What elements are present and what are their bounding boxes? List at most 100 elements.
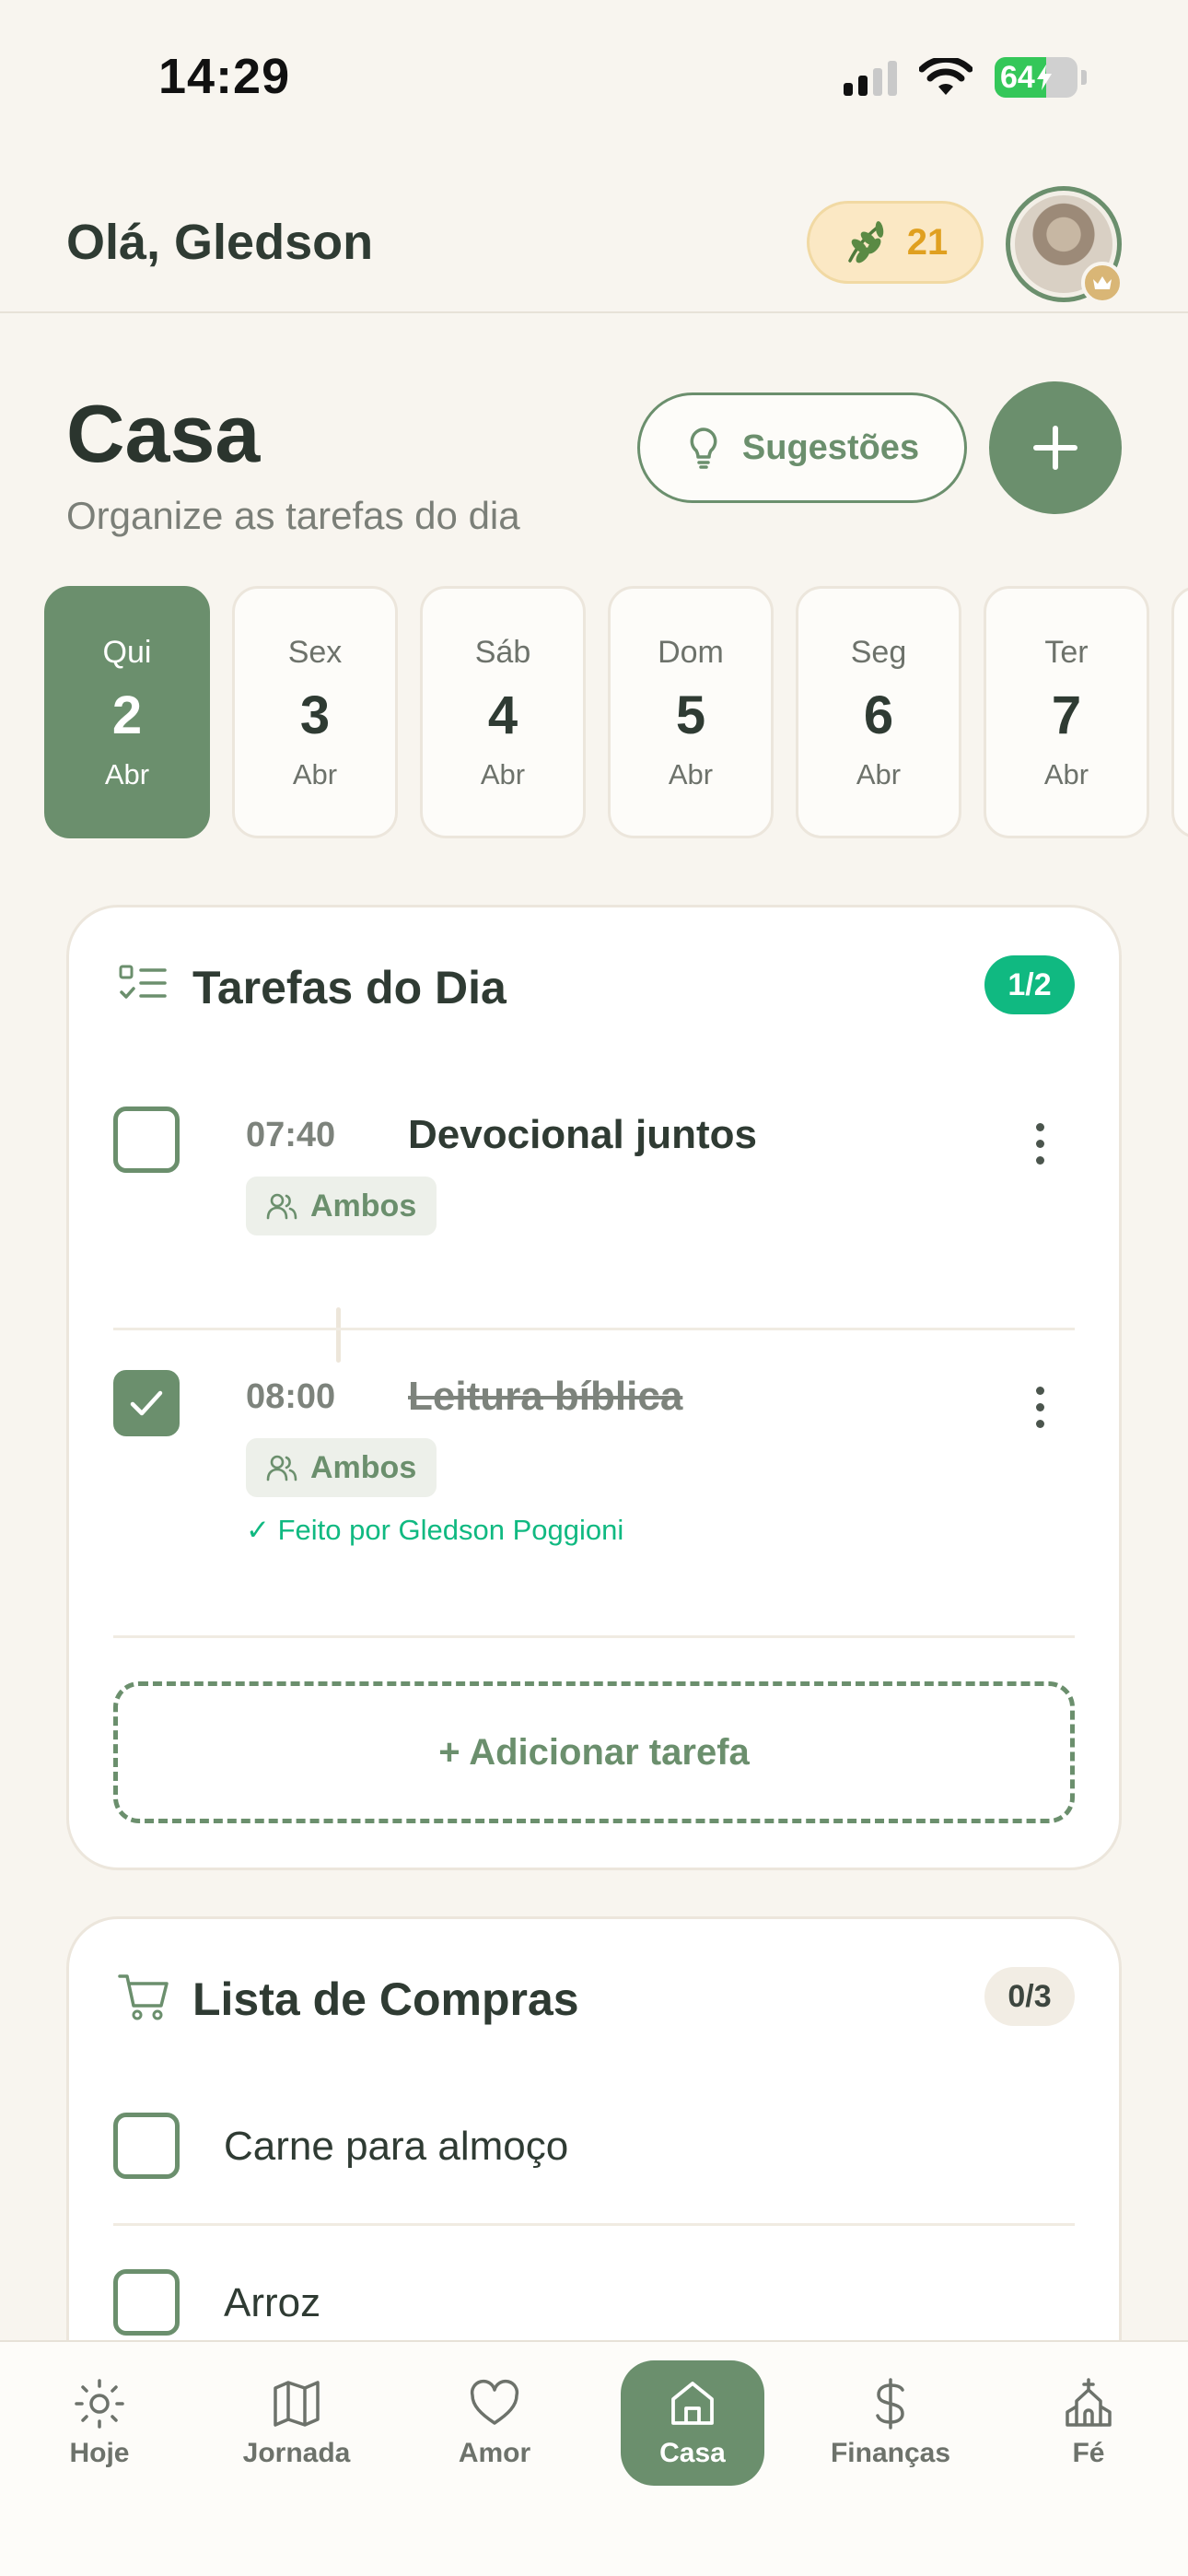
- page-subtitle: Organize as tarefas do dia: [66, 494, 520, 537]
- day-chip-seg[interactable]: Seg 6 Abr: [796, 586, 961, 838]
- day-month: Abr: [104, 758, 150, 790]
- shopping-card-title: Lista de Compras: [192, 1973, 579, 2025]
- day-month: Abr: [856, 758, 902, 790]
- suggestions-label: Sugestões: [741, 427, 920, 467]
- nav-item-fe[interactable]: Fé: [1017, 2360, 1160, 2486]
- day-number: 4: [487, 685, 518, 745]
- bottom-navigation: Hoje Jornada Amor Casa Finanças Fé: [0, 2340, 1188, 2576]
- top-header: Olá, Gledson 21: [0, 157, 1188, 313]
- task-row: 08:00 Leitura bíblica Ambos ✓ Feito por …: [113, 1353, 1075, 1556]
- lightbulb-icon: [690, 427, 717, 469]
- checklist-icon: [119, 965, 167, 999]
- nav-label: Fé: [1072, 2438, 1105, 2468]
- task-time: 08:00: [246, 1377, 336, 1416]
- divider: [113, 1635, 1075, 1638]
- map-icon: [274, 2381, 320, 2427]
- date-selector: Qui 2 Abr Sex 3 Abr Sáb 4 Abr Dom 5 Abr …: [44, 586, 1188, 838]
- day-chip-sex[interactable]: Sex 3 Abr: [232, 586, 398, 838]
- day-chip-dom[interactable]: Dom 5 Abr: [608, 586, 774, 838]
- day-number: 3: [299, 685, 331, 745]
- tasks-count-badge: 1/2: [984, 955, 1075, 1014]
- crown-icon: [1081, 262, 1124, 304]
- day-name: Seg: [850, 635, 907, 670]
- nav-item-casa[interactable]: Casa: [621, 2360, 764, 2486]
- assignee-chip: Ambos: [246, 1177, 437, 1235]
- assignee-chip: Ambos: [246, 1438, 437, 1497]
- streak-badge[interactable]: 21: [807, 201, 984, 284]
- day-month: Abr: [292, 758, 338, 790]
- day-name: Qui: [102, 635, 152, 670]
- users-icon: [266, 1455, 297, 1481]
- streak-count: 21: [906, 221, 949, 263]
- list-item: Arroz: [113, 2266, 1075, 2339]
- task-checkbox[interactable]: [113, 1107, 180, 1173]
- profile-avatar-button[interactable]: [1006, 186, 1124, 304]
- home-icon: [671, 2382, 714, 2425]
- add-button[interactable]: [989, 381, 1122, 514]
- nav-item-amor[interactable]: Amor: [423, 2360, 566, 2486]
- task-menu-button[interactable]: [1021, 1370, 1058, 1444]
- nav-item-financas[interactable]: Finanças: [819, 2360, 962, 2486]
- add-task-label: + Adicionar tarefa: [438, 1731, 750, 1773]
- day-month: Abr: [480, 758, 526, 790]
- item-checkbox[interactable]: [113, 2113, 180, 2179]
- sun-icon: [75, 2379, 124, 2429]
- nav-item-hoje[interactable]: Hoje: [28, 2360, 171, 2486]
- battery-level: 64: [1000, 59, 1035, 95]
- charging-bolt-icon: [1036, 64, 1052, 90]
- task-menu-button[interactable]: [1021, 1107, 1058, 1180]
- day-month: Abr: [1043, 758, 1089, 790]
- church-icon: [1066, 2378, 1112, 2427]
- nav-label: Amor: [458, 2438, 531, 2468]
- item-checkbox[interactable]: [113, 2269, 180, 2336]
- nav-label: Finanças: [830, 2438, 951, 2468]
- day-number: 6: [863, 685, 894, 745]
- dollar-icon: [876, 2378, 904, 2430]
- status-bar: 14:29 64: [0, 0, 1188, 157]
- day-name: Dom: [658, 635, 724, 670]
- list-item: Carne para almoço: [113, 2109, 1075, 2183]
- app-screen: 14:29 64 Olá, Gledson 21 Casa Organize a…: [0, 0, 1188, 2576]
- day-name: Sáb: [474, 635, 531, 670]
- day-chip-ter[interactable]: Ter 7 Abr: [984, 586, 1149, 838]
- day-number: 7: [1051, 685, 1082, 745]
- task-time: 07:40: [246, 1116, 336, 1154]
- day-number: 5: [675, 685, 706, 745]
- shopping-cart-icon: [118, 1974, 169, 2020]
- divider: [113, 1328, 1075, 1330]
- heart-icon: [470, 2379, 519, 2425]
- tasks-card: Tarefas do Dia 1/2 07:40 Devocional junt…: [66, 905, 1122, 1870]
- item-label: Arroz: [224, 2280, 321, 2325]
- status-icons: 64: [844, 57, 1087, 98]
- day-name: Ter: [1044, 635, 1089, 670]
- checkmark-icon: [130, 1390, 163, 1416]
- item-label: Carne para almoço: [224, 2124, 569, 2169]
- suggestions-button[interactable]: Sugestões: [637, 392, 967, 503]
- day-chip-qui[interactable]: Qui 2 Abr: [44, 586, 210, 838]
- tasks-card-title: Tarefas do Dia: [192, 962, 507, 1013]
- task-name: Leitura bíblica: [408, 1374, 683, 1419]
- status-time: 14:29: [158, 49, 291, 104]
- battery-indicator: 64: [995, 57, 1077, 98]
- assignee-label: Ambos: [310, 1449, 417, 1485]
- task-row: 07:40 Devocional juntos Ambos: [113, 1092, 1075, 1239]
- done-by-text: ✓ Feito por Gledson Poggioni: [246, 1514, 624, 1546]
- task-checkbox-checked[interactable]: [113, 1370, 180, 1436]
- users-icon: [266, 1193, 297, 1220]
- day-chip-sab[interactable]: Sáb 4 Abr: [420, 586, 586, 838]
- leaf-icon: [848, 221, 883, 263]
- shopping-count-badge: 0/3: [984, 1967, 1075, 2026]
- nav-label: Jornada: [242, 2438, 351, 2468]
- day-name: Sex: [287, 635, 343, 670]
- nav-item-jornada[interactable]: Jornada: [225, 2360, 368, 2486]
- day-chip-next[interactable]: [1171, 586, 1188, 838]
- day-number: 2: [111, 685, 143, 745]
- page-title: Casa: [66, 388, 261, 479]
- day-month: Abr: [668, 758, 714, 790]
- nav-label: Hoje: [69, 2438, 130, 2468]
- assignee-label: Ambos: [310, 1188, 417, 1224]
- cellular-signal-icon: [844, 59, 897, 96]
- add-task-button[interactable]: + Adicionar tarefa: [113, 1681, 1075, 1823]
- greeting-text: Olá, Gledson: [66, 215, 374, 270]
- task-name: Devocional juntos: [408, 1112, 757, 1157]
